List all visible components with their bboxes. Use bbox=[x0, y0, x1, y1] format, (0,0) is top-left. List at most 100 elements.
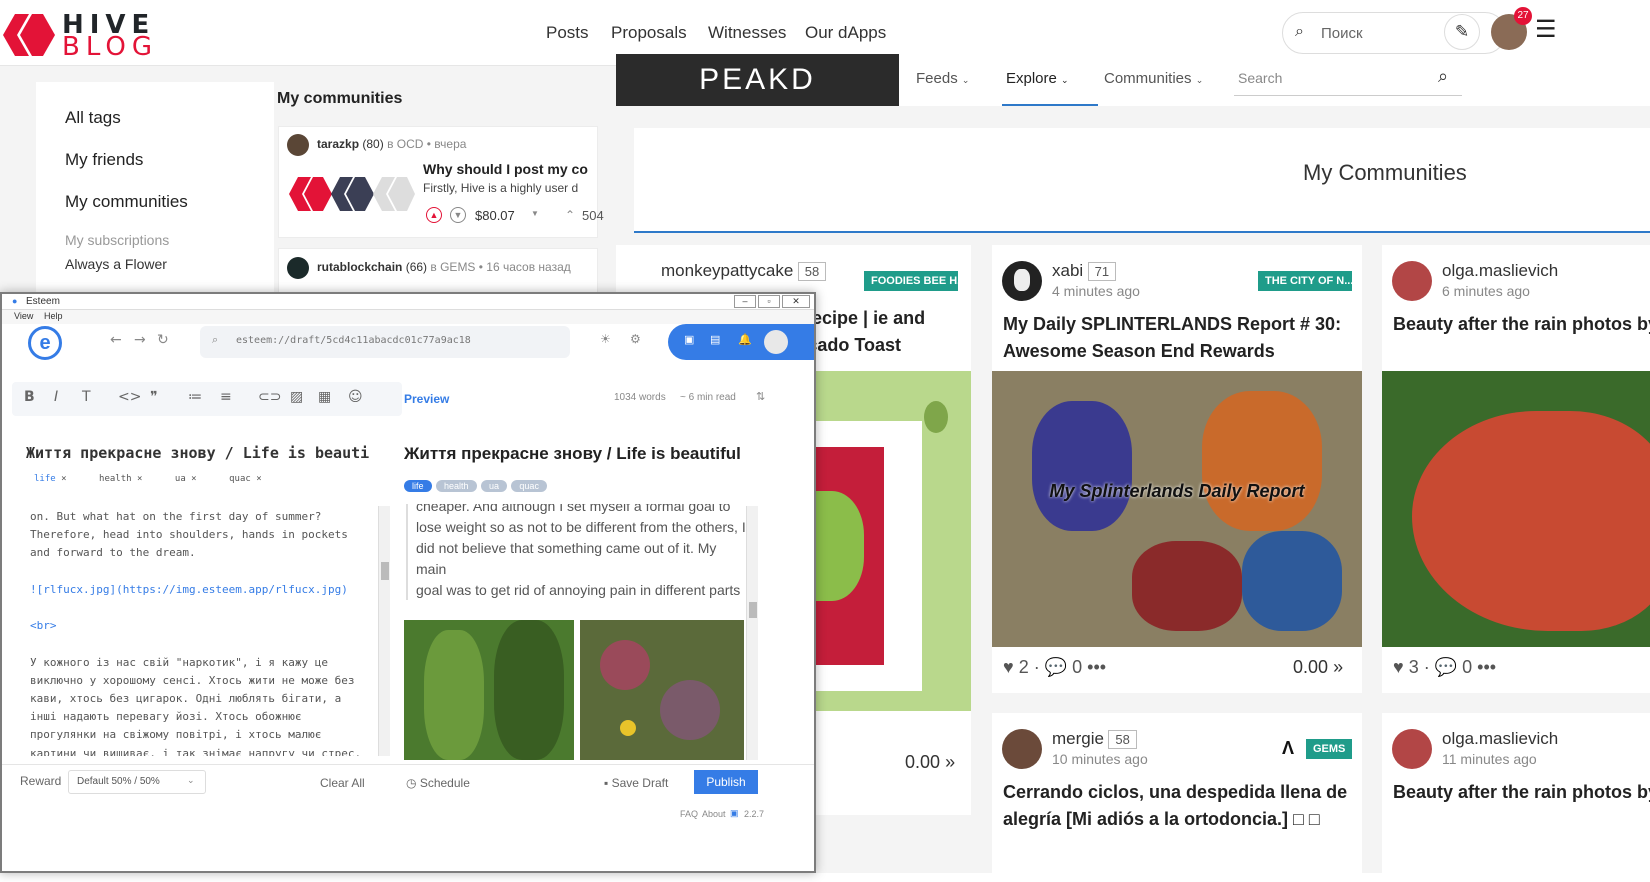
avatar[interactable] bbox=[1002, 261, 1042, 301]
reload-icon[interactable]: ↻ bbox=[157, 332, 169, 348]
community-badge[interactable]: GEMS bbox=[1306, 739, 1353, 759]
preview-scrollbar[interactable] bbox=[746, 506, 758, 760]
bell-icon[interactable]: 🔔 bbox=[738, 333, 752, 346]
editor-line[interactable]: виключно у хорошому сенсі. Хтось жити не… bbox=[30, 672, 376, 690]
bold-icon[interactable]: B bbox=[24, 389, 35, 405]
gear-icon[interactable]: ⚙ bbox=[630, 332, 641, 346]
post-author[interactable]: olga.maslievich bbox=[1442, 261, 1558, 281]
editor-line[interactable]: Therefore, head into shoulders, hands in… bbox=[30, 526, 376, 544]
menu-view[interactable]: View bbox=[14, 311, 33, 321]
about-link[interactable]: About bbox=[702, 809, 726, 819]
sidebar-item-my-communities[interactable]: My communities bbox=[65, 192, 188, 212]
post-author[interactable]: monkeypattycake bbox=[661, 261, 793, 280]
sidebar-item-all-tags[interactable]: All tags bbox=[65, 108, 121, 128]
menu-icon[interactable]: ☰ bbox=[1535, 18, 1557, 42]
editor-line[interactable]: кави, хтось без цигарок. Одні люблять бі… bbox=[30, 690, 376, 708]
post-card[interactable]: tarazkp (80) в OCD • вчера Why should I … bbox=[278, 126, 604, 238]
faq-link[interactable]: FAQ bbox=[680, 809, 698, 819]
search-icon[interactable]: ⌕ bbox=[1438, 66, 1448, 87]
community-badge[interactable]: THE CITY OF N... bbox=[1258, 271, 1352, 291]
post-title[interactable]: Why should I post my co bbox=[423, 161, 588, 177]
editor-line[interactable]: <br> bbox=[30, 617, 376, 635]
quote-icon[interactable]: ❞ bbox=[150, 389, 158, 405]
post-payout[interactable]: 0.00 bbox=[1293, 657, 1328, 677]
post-author[interactable]: mergie bbox=[1052, 729, 1104, 748]
nav-proposals[interactable]: Proposals bbox=[611, 23, 687, 43]
preview-image-flowers[interactable] bbox=[580, 620, 744, 760]
post-image[interactable]: My Splinterlands Daily Report bbox=[992, 371, 1362, 647]
nav-feeds[interactable]: Feeds ⌄ bbox=[916, 70, 969, 87]
post-image[interactable] bbox=[1382, 371, 1650, 647]
editor-line[interactable] bbox=[30, 599, 376, 617]
address-bar[interactable]: ⌕ esteem://draft/5cd4c11abacdc01c77a9ac1… bbox=[200, 326, 570, 358]
peakd-search-input[interactable]: Search ⌕ bbox=[1234, 66, 1462, 96]
editor-line[interactable] bbox=[30, 635, 376, 653]
post-author[interactable]: olga.maslievich bbox=[1442, 729, 1558, 749]
tag-quac[interactable]: quac bbox=[511, 480, 547, 492]
editor-line[interactable]: прогулянки на свіжому повітрі, і хтось м… bbox=[30, 726, 376, 744]
downvote-icon[interactable]: ▼ bbox=[450, 207, 466, 223]
tag-life[interactable]: life bbox=[34, 474, 56, 484]
table-icon[interactable]: ▦ bbox=[318, 389, 331, 405]
editor-line[interactable]: інші надають перевагу йозі. Хтось обожню… bbox=[30, 708, 376, 726]
post-author[interactable]: rutablockchain bbox=[317, 260, 402, 274]
edit-icon[interactable]: ✎ bbox=[1444, 14, 1480, 50]
hive-logo-icon[interactable] bbox=[3, 12, 55, 58]
post-title[interactable]: Cerrando ciclos, una despedida llena de … bbox=[1003, 779, 1353, 833]
tag-quac[interactable]: quac bbox=[229, 474, 251, 484]
emoji-icon[interactable]: ☺ bbox=[348, 389, 363, 405]
community-badge[interactable]: FOODIES BEE H... bbox=[864, 271, 958, 291]
post-card[interactable]: olga.maslievich 11 minutes ago Beauty af… bbox=[1382, 713, 1650, 873]
bullet-list-icon[interactable]: ≡ bbox=[220, 389, 232, 405]
nav-witnesses[interactable]: Witnesses bbox=[708, 23, 786, 43]
heading-icon[interactable]: T bbox=[82, 389, 91, 405]
maximize-button[interactable]: ▫ bbox=[758, 295, 780, 308]
editor-line[interactable] bbox=[30, 563, 376, 581]
peakd-logo[interactable]: PEAKD bbox=[616, 54, 899, 106]
upvote-icon[interactable]: ▲ bbox=[426, 207, 442, 223]
post-card[interactable]: xabi 71 4 minutes ago THE CITY OF N... M… bbox=[992, 245, 1362, 693]
post-title[interactable]: Beauty after the rain photos by @olga.ma… bbox=[1393, 311, 1650, 338]
tag-life[interactable]: life bbox=[404, 480, 432, 492]
chevron-down-icon[interactable]: ▼ bbox=[531, 209, 539, 218]
nav-dapps[interactable]: Our dApps bbox=[805, 23, 886, 43]
avatar[interactable] bbox=[1392, 729, 1432, 769]
avatar[interactable] bbox=[764, 330, 788, 354]
post-payout[interactable]: $80.07 bbox=[475, 208, 515, 223]
bookmarks-icon[interactable]: ▤ bbox=[710, 333, 720, 346]
tag-ua[interactable]: ua bbox=[480, 480, 507, 492]
editor-title-input[interactable]: Життя прекрасне знову / Life is beauti bbox=[26, 444, 386, 462]
preview-image-trees[interactable] bbox=[404, 620, 574, 760]
subscription-item[interactable]: Always a Flower bbox=[65, 256, 167, 272]
save-draft-button[interactable]: ▪ Save Draft bbox=[604, 776, 668, 790]
post-payout[interactable]: 0.00 bbox=[905, 752, 940, 772]
votes-count[interactable]: ♥ 3 · 💬 0 ••• bbox=[1393, 657, 1496, 678]
reward-select[interactable]: Default 50% / 50% ⌄ bbox=[68, 770, 206, 794]
forward-icon[interactable]: → bbox=[134, 332, 146, 348]
tag-ua[interactable]: ua bbox=[175, 474, 186, 484]
editor-line[interactable]: on. But what hat on the first day of sum… bbox=[30, 508, 376, 526]
nav-posts[interactable]: Posts bbox=[546, 23, 589, 43]
post-card[interactable]: olga.maslievich 6 minutes ago Beauty aft… bbox=[1382, 245, 1650, 693]
link-icon[interactable]: ⊂⊃ bbox=[258, 389, 281, 405]
wallet-icon[interactable]: ▣ bbox=[684, 333, 694, 346]
avatar[interactable] bbox=[1392, 261, 1432, 301]
post-title[interactable]: Beauty after the rain photos by @olga.ma… bbox=[1393, 779, 1650, 806]
sidebar-item-my-friends[interactable]: My friends bbox=[65, 150, 143, 170]
editor-line[interactable]: картини чи вишиває, і так знімає напругу… bbox=[30, 745, 376, 756]
italic-icon[interactable]: I bbox=[54, 389, 58, 405]
code-icon[interactable]: <> bbox=[118, 389, 141, 405]
editor-line[interactable]: and forward to the dream. bbox=[30, 544, 376, 562]
markdown-editor[interactable]: on. But what hat on the first day of sum… bbox=[30, 508, 376, 756]
post-author[interactable]: tarazkp bbox=[317, 137, 359, 151]
votes-count[interactable]: ♥ 2 · 💬 0 ••• bbox=[1003, 657, 1106, 678]
minimize-button[interactable]: – bbox=[734, 295, 756, 308]
editor-tags[interactable]: life × health × ua × quac × bbox=[34, 474, 262, 484]
post-card[interactable]: mergie 58 10 minutes ago Λ GEMS Cerrando… bbox=[992, 713, 1362, 873]
tag-health[interactable]: health bbox=[435, 480, 477, 492]
image-icon[interactable]: ▨ bbox=[290, 389, 303, 405]
menu-help[interactable]: Help bbox=[44, 311, 63, 321]
nav-communities[interactable]: Communities ⌄ bbox=[1104, 70, 1203, 87]
publish-button[interactable]: Publish bbox=[694, 770, 758, 794]
ordered-list-icon[interactable]: ≔ bbox=[188, 389, 202, 405]
